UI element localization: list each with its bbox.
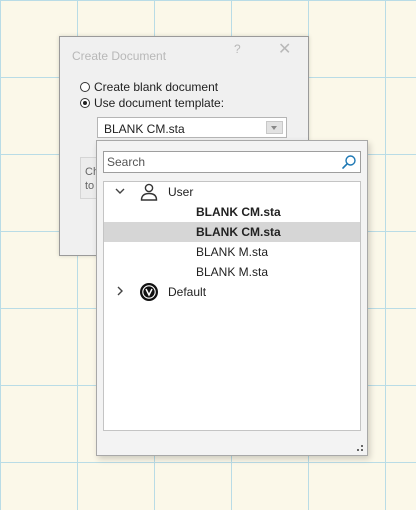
template-dropdown-popup: User BLANK CM.sta BLANK CM.sta BLANK M.s… bbox=[96, 140, 368, 456]
tree-item-label: BLANK M.sta bbox=[196, 245, 269, 259]
tree-item[interactable]: BLANK CM.sta bbox=[104, 202, 360, 222]
radio-create-blank[interactable]: Create blank document bbox=[80, 80, 218, 94]
search-box[interactable] bbox=[103, 151, 361, 173]
search-icon[interactable] bbox=[341, 154, 357, 170]
obscured-text-2: to bbox=[85, 180, 95, 192]
radio-unchecked-icon[interactable] bbox=[80, 82, 90, 92]
chevron-down-icon[interactable] bbox=[114, 184, 126, 198]
default-logo-icon bbox=[140, 283, 158, 301]
tree-item-label: BLANK CM.sta bbox=[196, 225, 281, 239]
chevron-right-icon[interactable] bbox=[114, 284, 126, 298]
close-button[interactable]: ✕ bbox=[278, 39, 291, 59]
template-select-value: BLANK CM.sta bbox=[104, 122, 185, 136]
help-button[interactable]: ? bbox=[234, 42, 241, 56]
dialog-title: Create Document bbox=[72, 49, 167, 63]
radio-use-template[interactable]: Use document template: bbox=[80, 96, 224, 110]
search-input[interactable] bbox=[107, 153, 331, 171]
radio-create-blank-label: Create blank document bbox=[94, 80, 219, 94]
dropdown-arrow-icon[interactable] bbox=[266, 121, 283, 134]
template-select[interactable]: BLANK CM.sta bbox=[97, 117, 287, 138]
tree-group-label: Default bbox=[168, 285, 207, 299]
tree-group-default[interactable]: Default bbox=[104, 282, 360, 302]
radio-use-template-label: Use document template: bbox=[94, 96, 225, 110]
radio-checked-icon[interactable] bbox=[80, 98, 90, 108]
tree-group-user[interactable]: User bbox=[104, 182, 360, 202]
tree-item-selected[interactable]: BLANK CM.sta bbox=[104, 222, 360, 242]
tree-item[interactable]: BLANK M.sta bbox=[104, 262, 360, 282]
user-icon bbox=[140, 183, 158, 201]
resize-grip-icon[interactable] bbox=[356, 444, 364, 452]
template-tree: User BLANK CM.sta BLANK CM.sta BLANK M.s… bbox=[103, 181, 361, 431]
tree-group-label: User bbox=[168, 185, 194, 199]
tree-item-label: BLANK M.sta bbox=[196, 265, 269, 279]
tree-item[interactable]: BLANK M.sta bbox=[104, 242, 360, 262]
tree-item-label: BLANK CM.sta bbox=[196, 205, 281, 219]
